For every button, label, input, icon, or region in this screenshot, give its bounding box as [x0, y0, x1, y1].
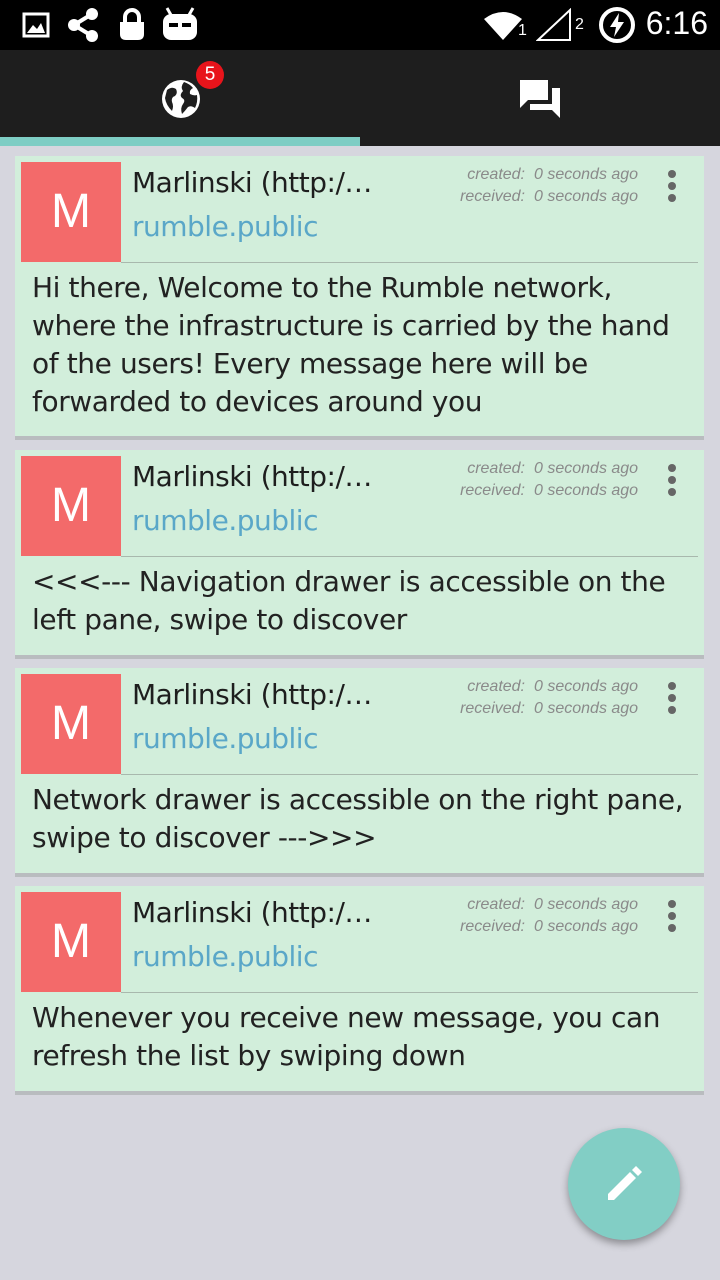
received-value: 0 seconds ago — [534, 188, 639, 205]
globe-icon — [162, 80, 200, 118]
received-label: received: — [460, 918, 525, 935]
overflow-menu-icon[interactable] — [660, 680, 684, 716]
author-name[interactable]: Marlinski (http:/… — [132, 460, 382, 493]
created-label: created: — [467, 166, 525, 183]
image-icon — [22, 12, 50, 38]
created-value: 0 seconds ago — [534, 460, 639, 477]
message-card[interactable]: M Marlinski (http:/… rumble.public creat… — [15, 886, 704, 1095]
author-name[interactable]: Marlinski (http:/… — [132, 166, 382, 199]
message-card[interactable]: M Marlinski (http:/… rumble.public creat… — [15, 668, 704, 877]
created-label: created: — [467, 678, 525, 695]
overflow-menu-icon[interactable] — [660, 462, 684, 498]
overflow-menu-icon[interactable] — [660, 898, 684, 934]
status-bar: 1 2 6:16 — [0, 0, 720, 50]
created-label: created: — [467, 460, 525, 477]
message-card[interactable]: M Marlinski (http:/… rumble.public creat… — [15, 450, 704, 659]
status-time: 6:16 — [645, 5, 708, 41]
divider — [121, 774, 698, 775]
unread-badge: 5 — [196, 61, 224, 89]
tab-public[interactable]: 5 — [0, 50, 360, 146]
message-body: Network drawer is accessible on the righ… — [32, 783, 684, 854]
created-value: 0 seconds ago — [534, 896, 639, 913]
tab-bar: 5 — [0, 50, 720, 146]
group-name[interactable]: rumble.public — [132, 210, 318, 243]
chat-icon — [520, 80, 560, 118]
author-name[interactable]: Marlinski (http:/… — [132, 678, 382, 711]
received-label: received: — [460, 188, 525, 205]
received-label: received: — [460, 700, 525, 717]
group-name[interactable]: rumble.public — [132, 722, 318, 755]
group-name[interactable]: rumble.public — [132, 504, 318, 537]
divider — [121, 262, 698, 263]
divider — [121, 992, 698, 993]
sim1-label: 1 — [518, 22, 527, 39]
cyanogen-icon — [163, 7, 197, 40]
created-value: 0 seconds ago — [534, 166, 639, 183]
lock-icon — [120, 8, 144, 40]
group-name[interactable]: rumble.public — [132, 940, 318, 973]
pencil-icon — [608, 1166, 642, 1200]
battery-charging-icon — [599, 7, 635, 43]
divider — [121, 556, 698, 557]
signal-icon — [536, 8, 571, 41]
tab-selected-indicator — [0, 137, 360, 146]
overflow-menu-icon[interactable] — [660, 168, 684, 204]
message-body: Hi there, Welcome to the Rumble network,… — [32, 271, 670, 418]
tab-chat[interactable] — [360, 50, 720, 146]
sim2-label: 2 — [575, 16, 584, 33]
avatar[interactable]: M — [21, 456, 121, 556]
message-body: <<<--- Navigation drawer is accessible o… — [32, 565, 666, 636]
share-icon — [68, 8, 98, 42]
received-value: 0 seconds ago — [534, 700, 639, 717]
avatar[interactable]: M — [21, 674, 121, 774]
compose-button[interactable] — [568, 1128, 680, 1240]
message-body: Whenever you receive new message, you ca… — [32, 1001, 661, 1072]
created-label: created: — [467, 896, 525, 913]
author-name[interactable]: Marlinski (http:/… — [132, 896, 382, 929]
created-value: 0 seconds ago — [534, 678, 639, 695]
received-value: 0 seconds ago — [534, 918, 639, 935]
avatar[interactable]: M — [21, 162, 121, 262]
received-value: 0 seconds ago — [534, 482, 639, 499]
received-label: received: — [460, 482, 525, 499]
avatar[interactable]: M — [21, 892, 121, 992]
message-card[interactable]: M Marlinski (http:/… rumble.public creat… — [15, 156, 704, 440]
